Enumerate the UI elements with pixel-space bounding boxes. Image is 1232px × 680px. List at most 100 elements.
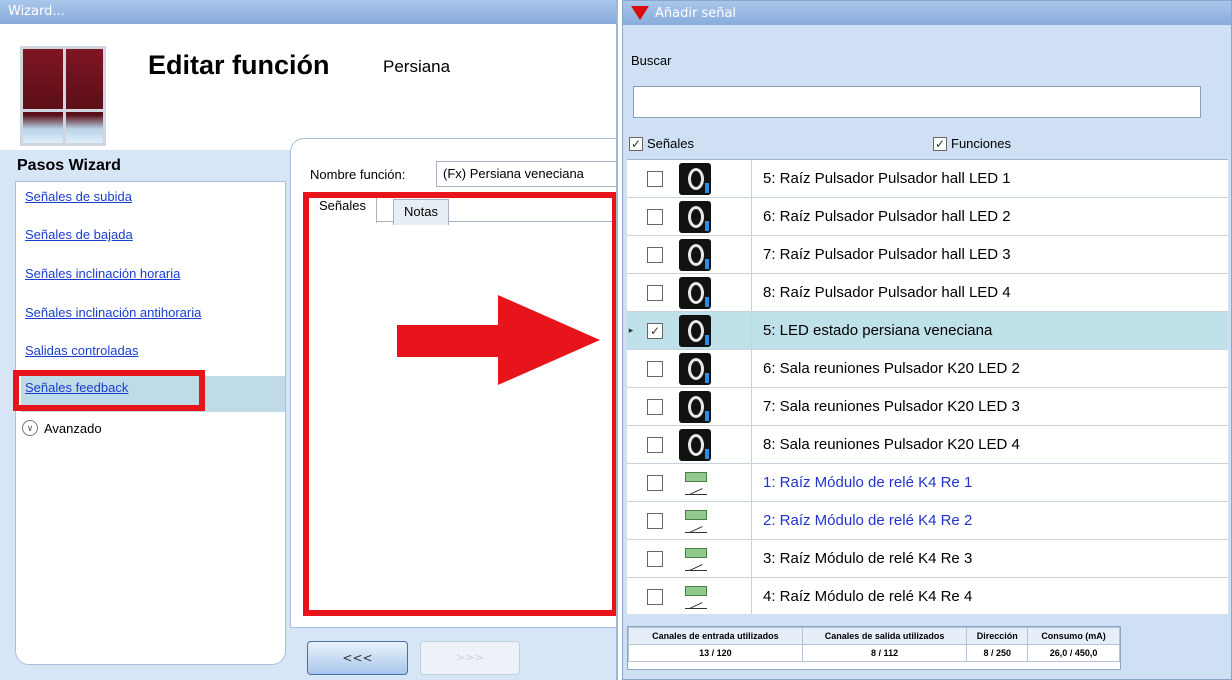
row-label: 4: Raíz Módulo de relé K4 Re 4 xyxy=(763,588,973,605)
row-checkbox[interactable] xyxy=(647,550,663,567)
steps-title: Pasos Wizard xyxy=(17,157,121,174)
stats-value: 8 / 112 xyxy=(801,644,968,662)
row-checkbox[interactable] xyxy=(647,246,663,263)
signal-list: 5: Raíz Pulsador Pulsador hall LED 1 6: … xyxy=(627,159,1228,614)
stats-value: 13 / 120 xyxy=(628,644,803,662)
row-checkbox[interactable]: ✓ xyxy=(647,322,663,339)
functions-checkbox[interactable]: ✓ xyxy=(933,136,947,151)
steps-panel: Señales de subida Señales de bajada Seña… xyxy=(15,181,286,665)
list-item[interactable]: 8: Sala reuniones Pulsador K20 LED 4 xyxy=(627,426,1228,464)
highlight-box-step xyxy=(13,370,205,411)
function-name-label: Nombre función: xyxy=(310,167,406,182)
list-item[interactable]: 7: Sala reuniones Pulsador K20 LED 3 xyxy=(627,388,1228,426)
list-item[interactable]: 6: Sala reuniones Pulsador K20 LED 2 xyxy=(627,350,1228,388)
list-item[interactable]: 8: Raíz Pulsador Pulsador hall LED 4 xyxy=(627,274,1228,312)
list-item[interactable]: 7: Raíz Pulsador Pulsador hall LED 3 xyxy=(627,236,1228,274)
row-label: 7: Sala reuniones Pulsador K20 LED 3 xyxy=(763,398,1020,415)
list-item[interactable]: 6: Raíz Pulsador Pulsador hall LED 2 xyxy=(627,198,1228,236)
row-checkbox[interactable] xyxy=(647,170,663,187)
row-label: 8: Sala reuniones Pulsador K20 LED 4 xyxy=(763,436,1020,453)
row-checkbox[interactable] xyxy=(647,208,663,225)
step-label[interactable]: Señales inclinación horaria xyxy=(25,266,180,281)
pushbutton-icon xyxy=(679,277,711,309)
step-label[interactable]: Salidas controladas xyxy=(25,343,138,358)
wizard-titlebar: Wizard... xyxy=(0,0,616,24)
pushbutton-icon xyxy=(679,391,711,423)
page-title: Editar función xyxy=(148,50,330,80)
row-label: 6: Raíz Pulsador Pulsador hall LED 2 xyxy=(763,208,1011,225)
red-arrow-icon xyxy=(498,295,600,385)
relay-icon xyxy=(679,543,711,575)
step-label[interactable]: Señales de bajada xyxy=(25,227,133,242)
filter-functions-label: Funciones xyxy=(951,136,1011,151)
highlight-box-tabs xyxy=(387,192,616,230)
usage-stats-table: Canales de entrada utilizados Canales de… xyxy=(627,626,1121,670)
add-signal-titlebar: Añadir señal xyxy=(623,1,1231,25)
list-item[interactable]: 2: Raíz Módulo de relé K4 Re 2 xyxy=(627,502,1228,540)
add-signal-title: Añadir señal xyxy=(655,5,737,21)
row-checkbox[interactable] xyxy=(647,474,663,491)
advanced-label: Avanzado xyxy=(44,420,102,436)
row-label: 6: Sala reuniones Pulsador K20 LED 2 xyxy=(763,360,1020,377)
pushbutton-icon xyxy=(679,315,711,347)
filter-signals[interactable]: ✓ Señales xyxy=(629,136,694,151)
stats-value: 8 / 250 xyxy=(966,644,1029,662)
relay-icon xyxy=(679,505,711,537)
next-button[interactable]: >>> xyxy=(420,641,520,675)
pushbutton-icon xyxy=(679,201,711,233)
function-name-field[interactable]: (Fx) Persiana veneciana xyxy=(436,161,616,187)
stats-value: 26,0 / 450,0 xyxy=(1027,644,1120,662)
row-checkbox[interactable] xyxy=(647,588,663,605)
relay-icon xyxy=(679,581,711,613)
page-subtitle: Persiana xyxy=(383,57,451,76)
pushbutton-icon xyxy=(679,239,711,271)
step-subida[interactable]: Señales de subida xyxy=(21,185,285,221)
stats-header: Dirección xyxy=(966,627,1029,645)
list-item[interactable]: 5: Raíz Pulsador Pulsador hall LED 1 xyxy=(627,160,1228,198)
filter-triangle-icon xyxy=(631,6,649,20)
pushbutton-icon xyxy=(679,429,711,461)
wizard-window: Wizard... Editar función Persiana Pasos … xyxy=(0,0,618,680)
list-item[interactable]: 3: Raíz Módulo de relé K4 Re 3 xyxy=(627,540,1228,578)
list-item[interactable]: 4: Raíz Módulo de relé K4 Re 4 xyxy=(627,578,1228,614)
blind-icon xyxy=(20,46,106,146)
add-signal-window: Añadir señal Buscar ✓ Señales ✓ Funcione… xyxy=(622,0,1232,680)
list-item-selected[interactable]: ▸ ✓ 5: LED estado persiana veneciana xyxy=(627,312,1228,350)
pushbutton-icon xyxy=(679,353,711,385)
row-checkbox[interactable] xyxy=(647,360,663,377)
row-checkbox[interactable] xyxy=(647,398,663,415)
row-checkbox[interactable] xyxy=(647,436,663,453)
list-item[interactable]: 1: Raíz Módulo de relé K4 Re 1 xyxy=(627,464,1228,502)
row-label: 8: Raíz Pulsador Pulsador hall LED 4 xyxy=(763,284,1011,301)
row-checkbox[interactable] xyxy=(647,284,663,301)
row-label: 5: Raíz Pulsador Pulsador hall LED 1 xyxy=(763,170,1011,187)
wizard-header: Editar función Persiana xyxy=(0,24,616,150)
row-label: 1: Raíz Módulo de relé K4 Re 1 xyxy=(763,474,973,491)
pushbutton-icon xyxy=(679,163,711,195)
filter-signals-label: Señales xyxy=(647,136,694,151)
row-label: 2: Raíz Módulo de relé K4 Re 2 xyxy=(763,512,973,529)
stats-header: Canales de salida utilizados xyxy=(801,627,968,645)
row-checkbox[interactable] xyxy=(647,512,663,529)
chevron-down-icon: ∨ xyxy=(22,420,38,436)
step-inclinacion-antihoraria[interactable]: Señales inclinación antihoraria xyxy=(21,301,285,337)
relay-icon xyxy=(679,467,711,499)
row-label: 3: Raíz Módulo de relé K4 Re 3 xyxy=(763,550,973,567)
red-arrow-body xyxy=(397,325,499,357)
row-marker-icon: ▸ xyxy=(628,325,634,336)
step-inclinacion-horaria[interactable]: Señales inclinación horaria xyxy=(21,262,285,298)
stats-header: Consumo (mA) xyxy=(1027,627,1120,645)
step-label[interactable]: Señales de subida xyxy=(25,189,132,204)
highlight-box-panel xyxy=(303,192,616,616)
filter-functions[interactable]: ✓ Funciones xyxy=(933,136,1011,151)
search-label: Buscar xyxy=(631,53,672,68)
step-label[interactable]: Señales inclinación antihoraria xyxy=(25,305,201,320)
stats-header: Canales de entrada utilizados xyxy=(628,627,803,645)
search-input[interactable] xyxy=(633,86,1201,118)
row-label: 5: LED estado persiana veneciana xyxy=(763,322,993,339)
prev-button[interactable]: <<< xyxy=(307,641,408,675)
advanced-toggle[interactable]: ∨ Avanzado xyxy=(22,420,102,436)
signals-checkbox[interactable]: ✓ xyxy=(629,136,643,151)
step-bajada[interactable]: Señales de bajada xyxy=(21,223,285,259)
row-label: 7: Raíz Pulsador Pulsador hall LED 3 xyxy=(763,246,1011,263)
